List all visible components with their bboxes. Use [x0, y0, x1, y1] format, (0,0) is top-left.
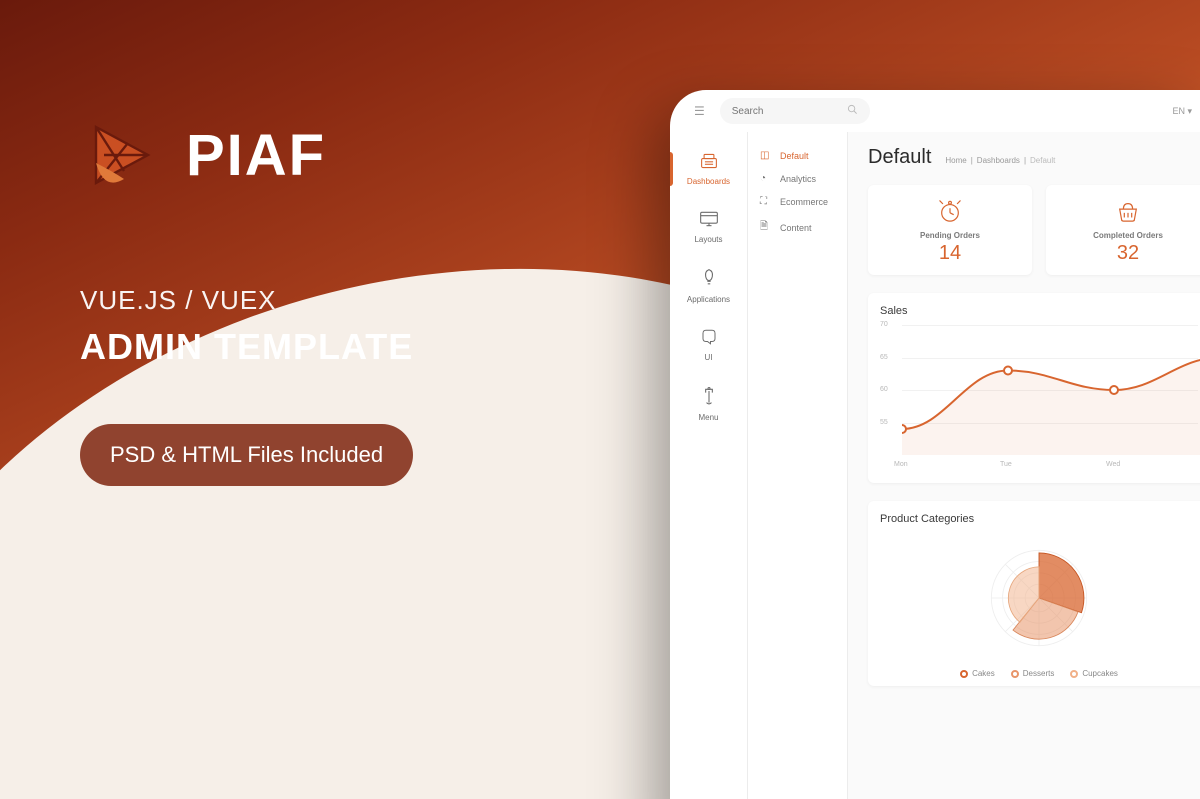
language-selector[interactable]: EN ▾	[1172, 106, 1192, 117]
x-tick: Tue	[1000, 461, 1012, 477]
app-window: ☰ EN ▾ Dashboards	[670, 90, 1200, 799]
stat-label: Completed Orders	[1093, 231, 1163, 240]
basket-icon	[1115, 199, 1141, 225]
y-tick: 65	[880, 354, 888, 361]
sidebar-item-applications[interactable]: Applications	[670, 256, 747, 316]
stat-value: 32	[1117, 242, 1139, 265]
menu-icon	[702, 386, 716, 409]
stat-card-pending[interactable]: Pending Orders 14	[868, 185, 1032, 275]
sub-sidebar: ◫ Default ◔ Analytics ⛶ Ecommerce 🗎 Cont…	[748, 132, 848, 799]
x-tick: Mon	[894, 461, 908, 477]
search-input[interactable]	[732, 106, 847, 117]
brand-name: PIAF	[186, 122, 326, 189]
stat-label: Pending Orders	[920, 231, 980, 240]
submenu-label: Analytics	[780, 174, 816, 184]
page-title: Default	[868, 146, 931, 169]
sidebar-label: UI	[705, 353, 713, 362]
piaf-logo-icon	[80, 115, 160, 195]
y-tick: 70	[880, 321, 888, 328]
legend-item[interactable]: Cakes	[960, 669, 995, 678]
sidebar-item-menu[interactable]: Menu	[670, 374, 747, 434]
tagline-tech: VUE.JS / VUEX	[80, 285, 413, 316]
sidebar-item-layouts[interactable]: Layouts	[670, 198, 747, 256]
sales-panel: Sales 55606570MonTueWedThu	[868, 293, 1200, 483]
submenu-item-content[interactable]: 🗎 Content	[748, 213, 847, 242]
sales-chart: 55606570MonTueWedThu	[880, 325, 1198, 475]
submenu-item-ecommerce[interactable]: ⛶ Ecommerce	[748, 190, 847, 213]
panel-title: Sales	[880, 305, 1198, 317]
sidebar-label: Applications	[687, 295, 730, 304]
dashboard-icon	[699, 152, 719, 173]
search-field[interactable]	[720, 98, 870, 124]
chevron-down-icon: ▾	[1187, 106, 1192, 116]
sidebar-item-dashboards[interactable]: Dashboards	[670, 140, 747, 198]
legend-item[interactable]: Cupcakes	[1070, 669, 1118, 678]
stat-card-completed[interactable]: Completed Orders 32	[1046, 185, 1200, 275]
sidebar-label: Layouts	[694, 235, 722, 244]
search-icon[interactable]	[847, 104, 858, 118]
submenu-label: Default	[780, 151, 809, 161]
tagline-main: ADMIN TEMPLATE	[80, 326, 413, 368]
x-tick: Wed	[1106, 461, 1120, 477]
breadcrumb: Home|Dashboards|Default	[945, 156, 1055, 165]
chart-legend: Cakes Desserts Cupcakes	[960, 669, 1118, 678]
breadcrumb-item[interactable]: Home	[945, 156, 966, 165]
analytics-icon: ◔	[760, 173, 772, 184]
included-pill: PSD & HTML Files Included	[80, 424, 413, 486]
y-tick: 55	[880, 419, 888, 426]
breadcrumb-item[interactable]: Dashboards	[977, 156, 1020, 165]
stat-value: 14	[939, 242, 961, 265]
submenu-item-analytics[interactable]: ◔ Analytics	[748, 167, 847, 190]
ecommerce-icon: ⛶	[760, 196, 772, 207]
submenu-label: Ecommerce	[780, 197, 828, 207]
submenu-label: Content	[780, 223, 812, 233]
layouts-icon	[699, 210, 719, 231]
main-sidebar: Dashboards Layouts Applications	[670, 132, 748, 799]
applications-icon	[701, 268, 717, 291]
content-icon: 🗎	[760, 219, 772, 236]
ui-icon	[700, 328, 718, 349]
categories-panel: Product Categories	[868, 501, 1200, 686]
polar-chart	[964, 533, 1114, 663]
sidebar-label: Dashboards	[687, 177, 730, 186]
sidebar-label: Menu	[698, 413, 718, 422]
default-icon: ◫	[760, 150, 772, 161]
legend-item[interactable]: Desserts	[1011, 669, 1055, 678]
panel-title: Product Categories	[880, 513, 1198, 525]
breadcrumb-item: Default	[1030, 156, 1055, 165]
sales-line	[902, 325, 1200, 455]
y-tick: 60	[880, 386, 888, 393]
menu-toggle-icon[interactable]: ☰	[694, 104, 706, 118]
sidebar-item-ui[interactable]: UI	[670, 316, 747, 374]
main-content: Default Home|Dashboards|Default Pending …	[848, 132, 1200, 799]
clock-icon	[937, 199, 963, 225]
submenu-item-default[interactable]: ◫ Default	[748, 144, 847, 167]
